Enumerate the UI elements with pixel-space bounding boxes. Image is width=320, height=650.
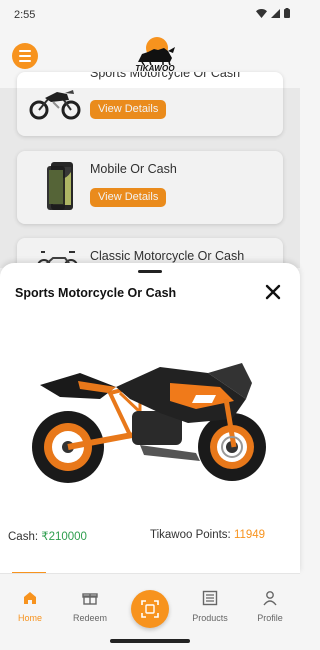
scan-button[interactable]: [131, 590, 169, 628]
view-details-button[interactable]: View Details: [90, 100, 167, 119]
reward-card[interactable]: Sports Motorcycle Or Cash View Details: [17, 72, 283, 136]
product-detail-sheet: Sports Motorcycle Or Cash Cash: ₹210000 …: [0, 263, 300, 574]
points-label: Tikawoo Points:: [150, 529, 231, 541]
home-gesture-pill[interactable]: [110, 639, 190, 643]
motorcycle-icon: [27, 84, 83, 120]
person-icon: [262, 590, 278, 606]
sheet-title: Sports Motorcycle Or Cash: [15, 286, 177, 300]
nav-home[interactable]: Home: [0, 574, 60, 636]
sports-motorcycle-image: [20, 343, 280, 493]
menu-button[interactable]: [12, 43, 38, 69]
nav-redeem[interactable]: Redeem: [60, 574, 120, 636]
cash-price: Cash: ₹210000: [8, 529, 87, 543]
home-icon: [22, 590, 38, 606]
nav-redeem-label: Redeem: [72, 613, 108, 623]
nav-profile[interactable]: Profile: [240, 574, 300, 636]
view-details-button[interactable]: View Details: [90, 188, 167, 207]
nav-products[interactable]: Products: [180, 574, 240, 636]
status-time: 2:55: [14, 9, 36, 21]
wifi-icon: [256, 8, 267, 21]
card-title: Classic Motorcycle Or Cash: [90, 249, 245, 263]
nav-products-label: Products: [192, 613, 228, 623]
signal-icon: [271, 8, 280, 21]
battery-icon: [284, 8, 290, 21]
points-value: 11949: [233, 529, 266, 541]
cash-value: ₹210000: [41, 531, 87, 543]
gift-icon: [82, 590, 98, 606]
nav-home-label: Home: [17, 613, 42, 623]
scan-icon: [141, 600, 159, 618]
bottom-nav: Home Redeem Products Profile: [0, 573, 300, 635]
cash-label: Cash:: [8, 531, 39, 543]
card-title: Mobile Or Cash: [90, 162, 177, 176]
status-icons: [256, 8, 290, 21]
gesture-bar: [0, 635, 300, 650]
points-price: Tikawoo Points: 11949: [150, 529, 265, 541]
close-icon[interactable]: [263, 282, 283, 302]
nav-profile-label: Profile: [257, 613, 283, 623]
status-bar: 2:55: [0, 0, 300, 30]
reward-card[interactable]: Mobile Or Cash View Details: [17, 151, 283, 224]
card-title: Sports Motorcycle Or Cash: [90, 72, 241, 80]
list-icon: [202, 590, 218, 606]
smartphone-icon: [41, 160, 81, 216]
sheet-drag-handle[interactable]: [138, 270, 162, 273]
